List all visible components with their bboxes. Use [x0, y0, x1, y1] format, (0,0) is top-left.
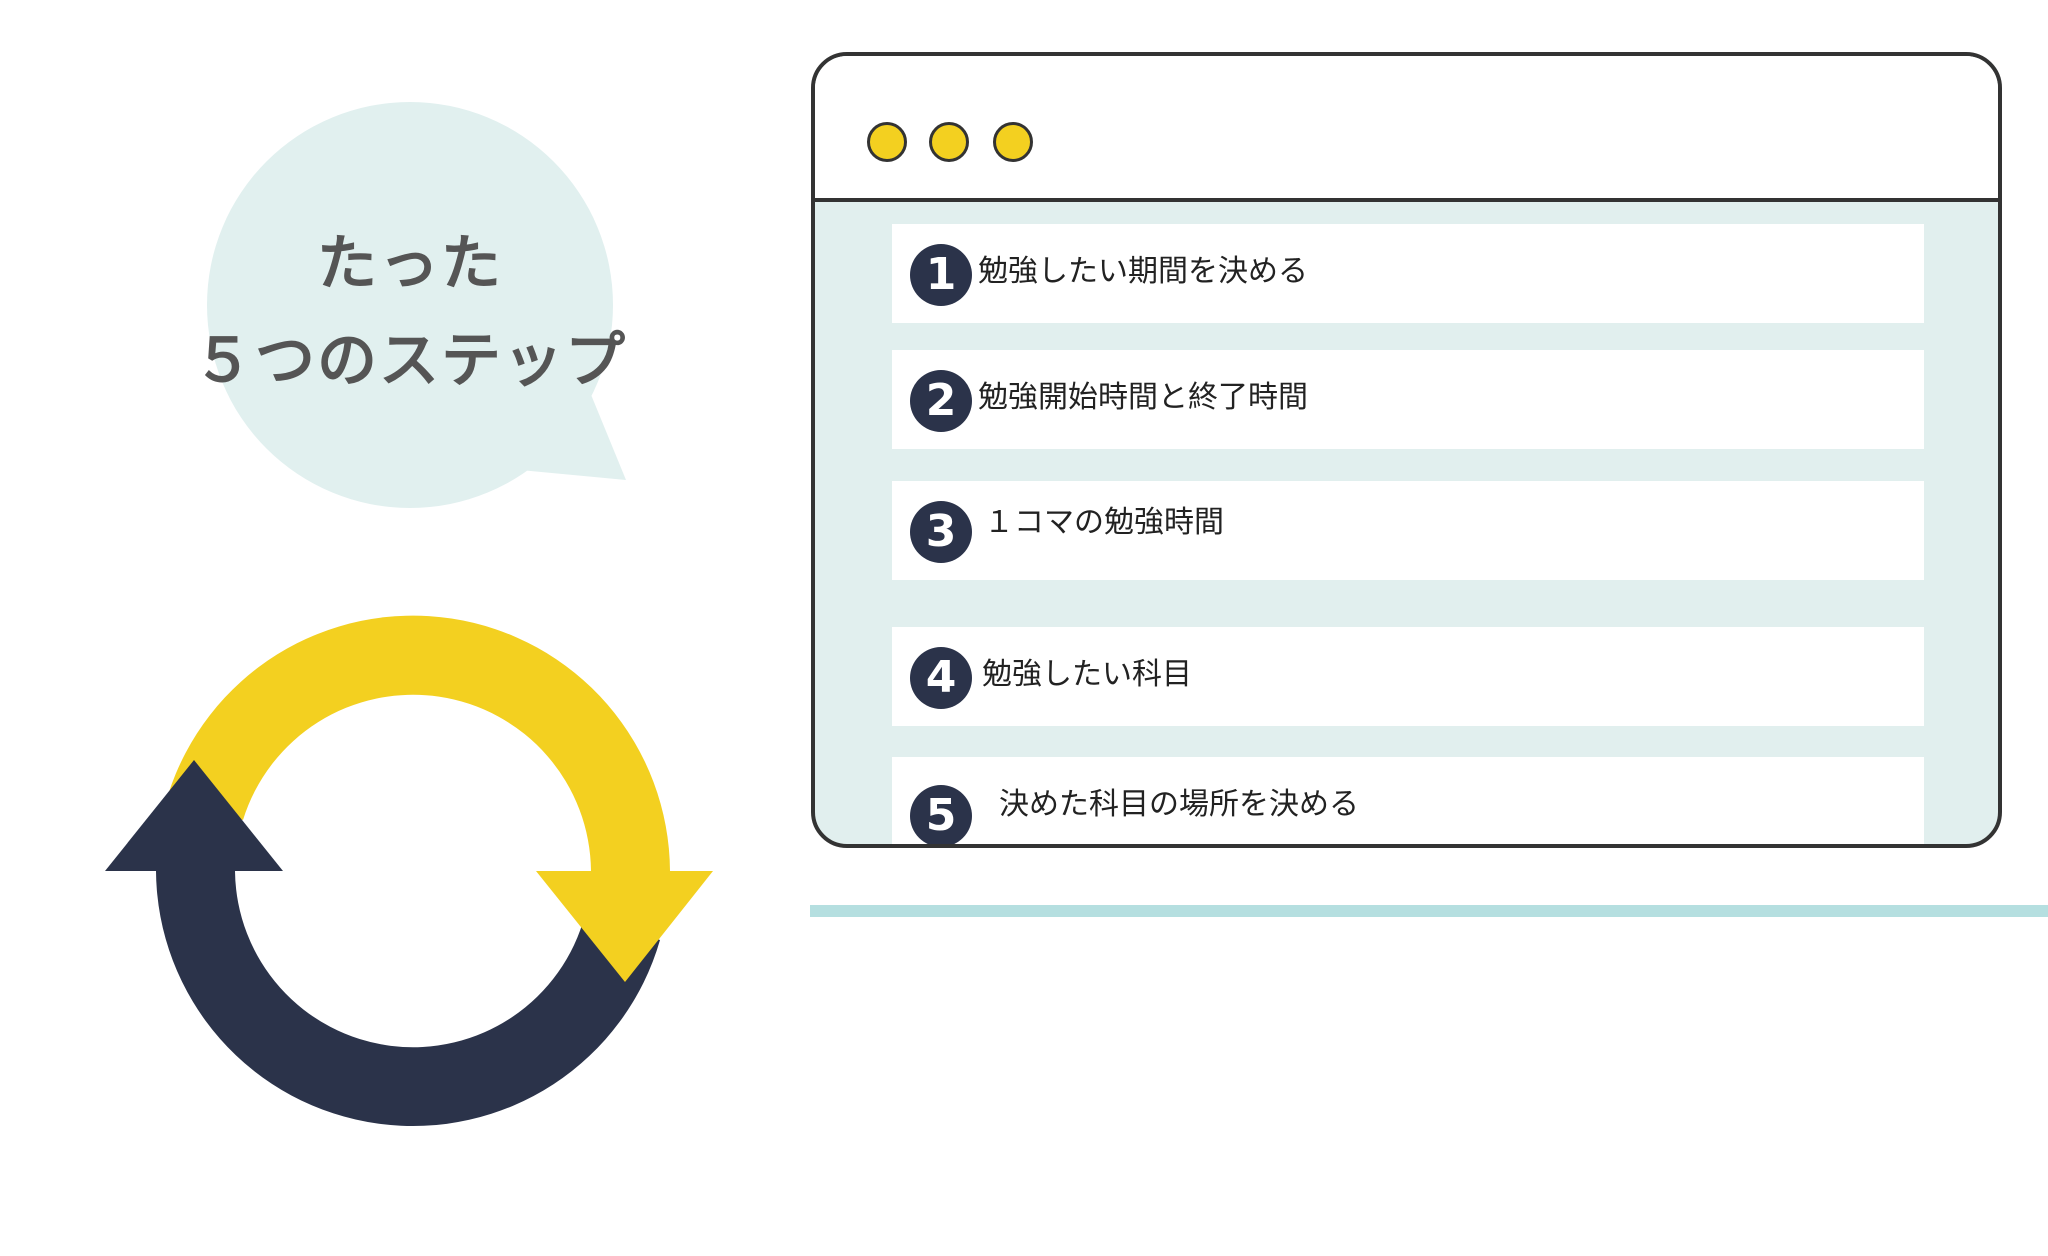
step-number-badge: 2 [910, 370, 972, 432]
step-number-badge: 1 [910, 244, 972, 306]
step-row-3: 3 １コマの勉強時間 [892, 481, 1924, 580]
step-number-badge: 4 [910, 647, 972, 709]
step-row-2: 2 勉強開始時間と終了時間 [892, 350, 1924, 449]
browser-window: 1 勉強したい期間を決める 2 勉強開始時間と終了時間 3 １コマの勉強時間 4… [811, 52, 2002, 848]
window-titlebar [815, 56, 1998, 202]
cycle-arrows-icon [105, 615, 713, 1127]
step-row-1: 1 勉強したい期間を決める [892, 224, 1924, 323]
step-number-badge: 5 [910, 785, 972, 844]
window-dot-icon [993, 122, 1033, 162]
yellow-arrowhead [536, 871, 713, 982]
step-number-badge: 3 [910, 501, 972, 563]
step-row-4: 4 勉強したい科目 [892, 627, 1924, 726]
window-dot-icon [867, 122, 907, 162]
step-row-5: 5 決めた科目の場所を決める [892, 757, 1924, 844]
step-label: １コマの勉強時間 [984, 505, 1224, 540]
step-label: 勉強したい期間を決める [978, 254, 1308, 289]
step-label: 勉強したい科目 [982, 657, 1192, 692]
step-label: 勉強開始時間と終了時間 [978, 380, 1308, 415]
step-label: 決めた科目の場所を決める [999, 787, 1359, 822]
window-dot-icon [929, 122, 969, 162]
divider-line [810, 905, 2048, 917]
